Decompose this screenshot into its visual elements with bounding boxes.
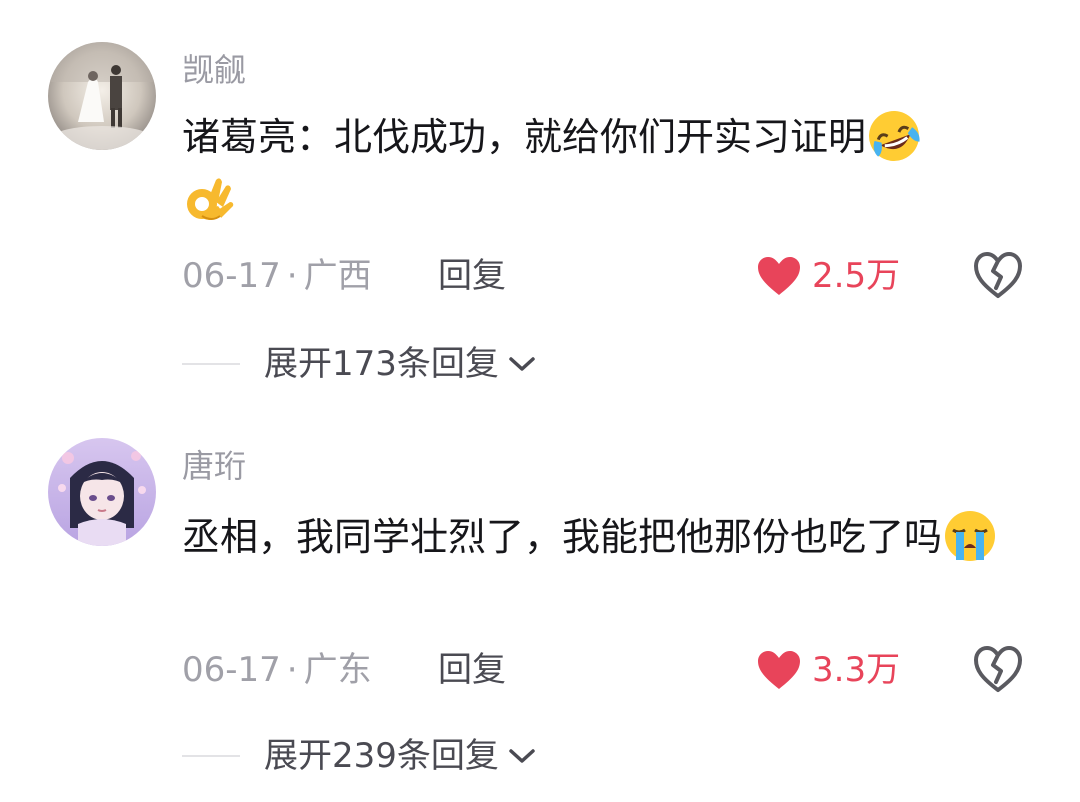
expand-replies-label: 展开239条回复 — [264, 736, 499, 776]
expand-replies-label: 展开173条回复 — [264, 344, 499, 384]
heart-icon — [758, 651, 800, 689]
avatar[interactable] — [48, 42, 156, 150]
username[interactable]: 唐珩 — [182, 446, 246, 486]
meta-separator: · — [286, 650, 298, 690]
rolling-on-floor-laughing-emoji-icon — [866, 108, 922, 164]
username[interactable]: 觊觎 — [182, 50, 246, 90]
loudly-crying-face-emoji-icon — [942, 508, 998, 564]
broken-heart-icon — [974, 252, 1022, 298]
reply-button[interactable]: 回复 — [438, 648, 506, 692]
comment-meta: 06-17 · 广东 — [182, 648, 372, 692]
like-button[interactable]: 2.5万 — [756, 254, 900, 298]
heart-icon — [758, 257, 800, 295]
like-count: 3.3万 — [812, 650, 901, 690]
comment-text: 诸葛亮：北伐成功，就给你们开实习证明 — [182, 108, 1042, 226]
comment-location: 广东 — [303, 650, 372, 690]
avatar[interactable] — [48, 438, 156, 546]
divider-line — [182, 363, 240, 365]
like-count: 2.5万 — [812, 256, 901, 296]
like-button[interactable]: 3.3万 — [756, 648, 900, 692]
expand-replies[interactable]: 展开239条回复 — [182, 734, 537, 778]
broken-heart-icon — [974, 646, 1022, 692]
chevron-down-icon — [509, 357, 535, 371]
reply-button[interactable]: 回复 — [438, 254, 506, 298]
expand-replies[interactable]: 展开173条回复 — [182, 342, 537, 386]
comment-text: 丞相，我同学壮烈了，我能把他那份也吃了吗 — [182, 508, 1042, 566]
meta-separator: · — [286, 256, 298, 296]
dislike-button[interactable] — [972, 644, 1024, 696]
ok-hand-emoji-icon — [182, 170, 238, 226]
divider-line — [182, 755, 240, 757]
comment-text-content: 丞相，我同学壮烈了，我能把他那份也吃了吗 — [182, 515, 943, 559]
dislike-button[interactable] — [972, 250, 1024, 302]
comment-text-content: 诸葛亮：北伐成功，就给你们开实习证明 — [182, 115, 867, 159]
comment-date: 06-17 — [182, 256, 281, 296]
comment-location: 广西 — [303, 256, 372, 296]
comment-date: 06-17 — [182, 650, 281, 690]
chevron-down-icon — [509, 749, 535, 763]
comment-meta: 06-17 · 广西 — [182, 254, 372, 298]
